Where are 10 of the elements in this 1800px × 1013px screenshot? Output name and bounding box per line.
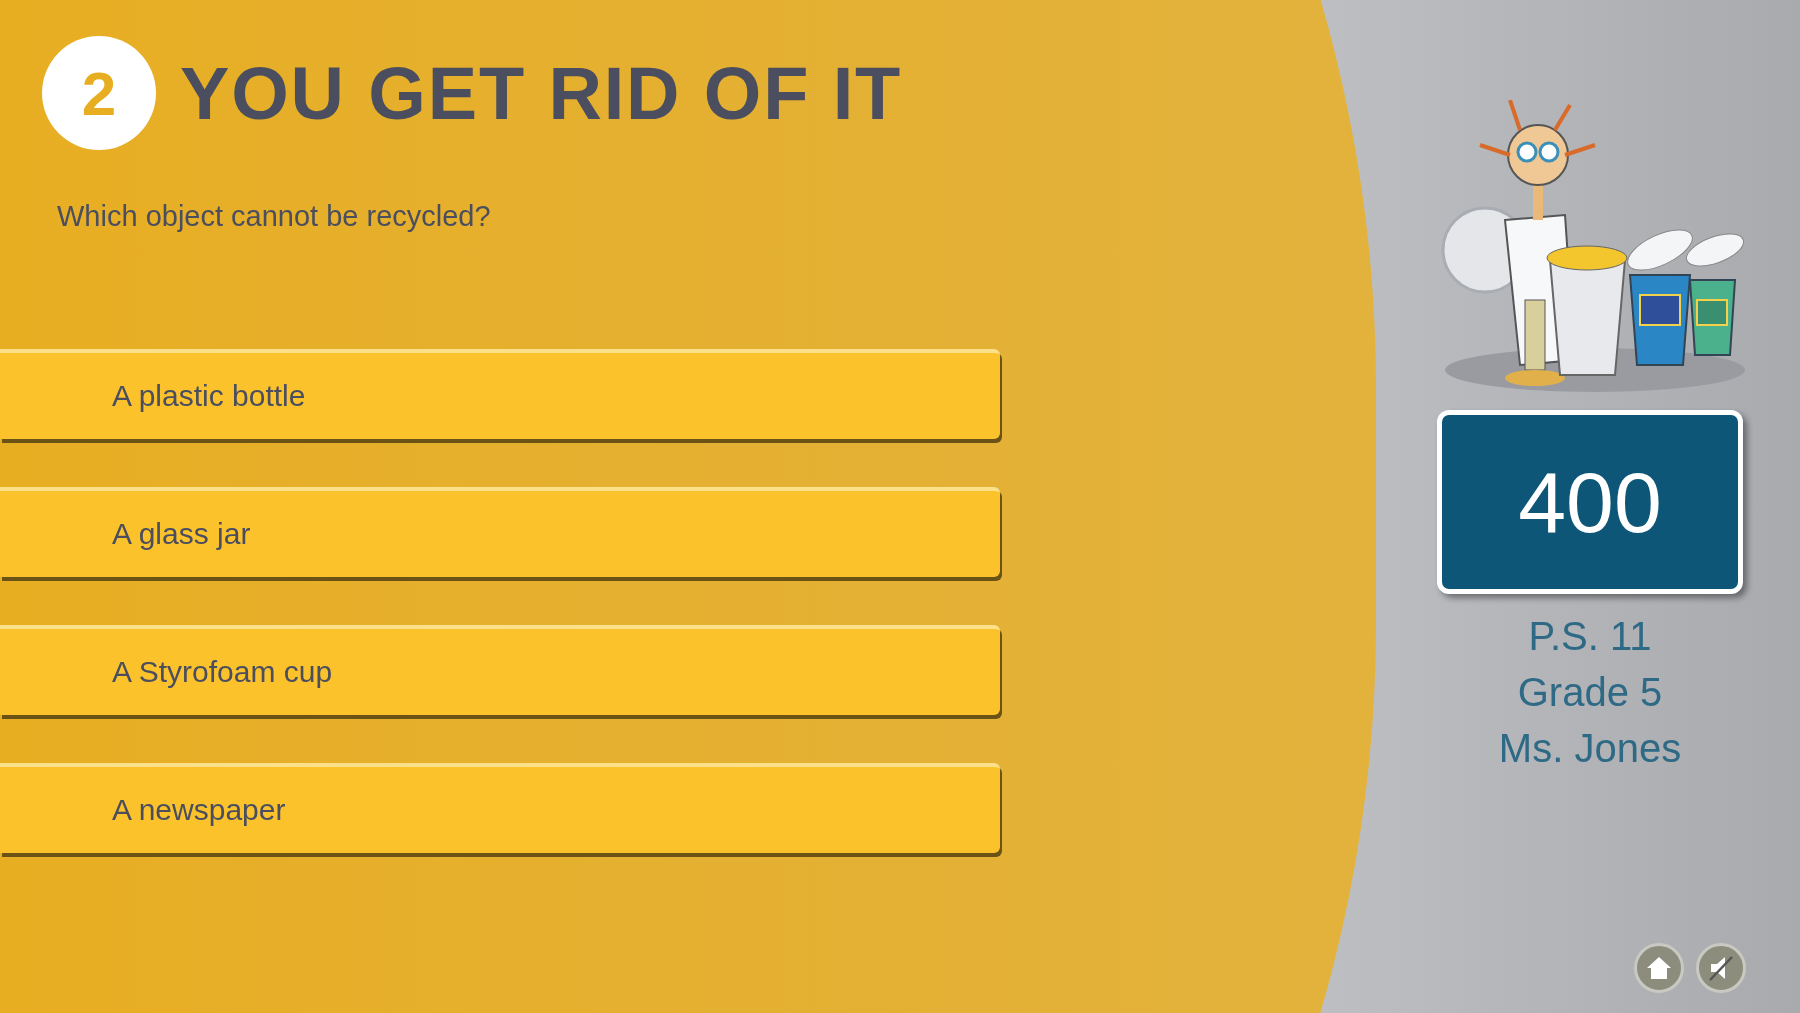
home-icon	[1646, 955, 1672, 981]
score-display: 400	[1437, 410, 1743, 594]
muted-speaker-icon	[1707, 954, 1735, 982]
mute-button[interactable]	[1696, 943, 1746, 993]
team-info: P.S. 11	[1528, 613, 1652, 660]
team-info: Ms. Jones	[1498, 725, 1682, 772]
question-title: YOU GET RID OF IT	[180, 50, 903, 137]
question-text: Which object cannot be recycled?	[56, 199, 492, 234]
home-button[interactable]	[1634, 943, 1684, 993]
team-info: Grade 5	[1517, 669, 1663, 716]
